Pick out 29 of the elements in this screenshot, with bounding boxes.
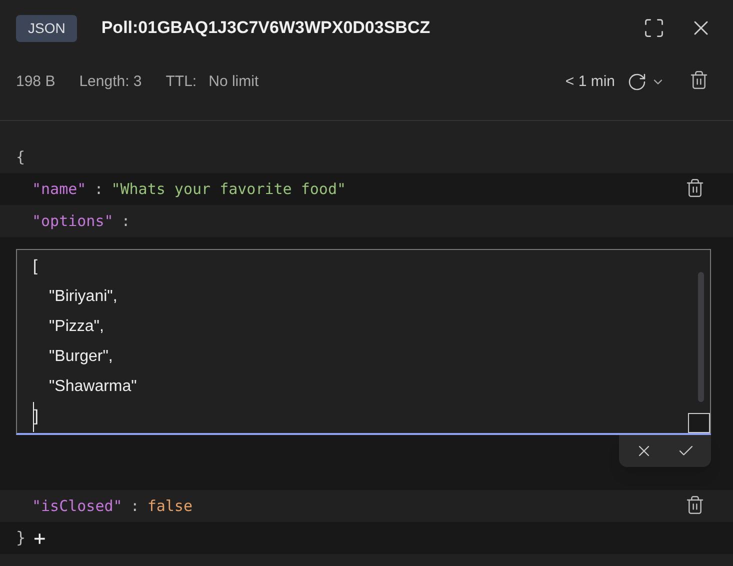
- bracket: ]: [33, 402, 38, 432]
- add-field-button[interactable]: +: [34, 528, 46, 548]
- bracket: [: [33, 257, 38, 277]
- key-length: Length: 3: [79, 72, 142, 92]
- ttl-label: TTL:: [166, 72, 197, 92]
- resize-handle[interactable]: [688, 413, 710, 433]
- field-key: "options": [32, 210, 114, 232]
- array-item: "Pizza",: [48, 317, 104, 337]
- key-size: 198 B: [16, 72, 56, 92]
- field-value: "Whats your favorite food": [111, 178, 346, 200]
- field-key: "name": [32, 178, 86, 200]
- refresh-time: < 1 min: [565, 72, 615, 92]
- open-brace: {: [16, 146, 26, 168]
- colon: :: [94, 178, 104, 200]
- colon: :: [121, 210, 130, 232]
- array-item: "Shawarma": [48, 377, 137, 397]
- fullscreen-button[interactable]: [643, 17, 665, 39]
- type-badge: JSON: [16, 14, 78, 42]
- field-value: false: [147, 496, 192, 517]
- editor-field[interactable]: [ "Biriyani", "Pizza", "Burger", "Shawarma" ]: [16, 249, 711, 435]
- field-key: "isClosed": [32, 494, 122, 518]
- scrollbar[interactable]: [698, 272, 704, 402]
- close-brace: }: [16, 527, 26, 549]
- refresh-button[interactable]: [627, 72, 647, 92]
- key-title: Poll:01GBAQ1J3C7V6W3WPX0D03SBCZ: [101, 17, 430, 40]
- array-item: "Burger",: [48, 347, 113, 367]
- ttl-value: No limit: [208, 72, 259, 92]
- colon: :: [130, 496, 140, 517]
- array-item: "Biriyani",: [48, 287, 118, 307]
